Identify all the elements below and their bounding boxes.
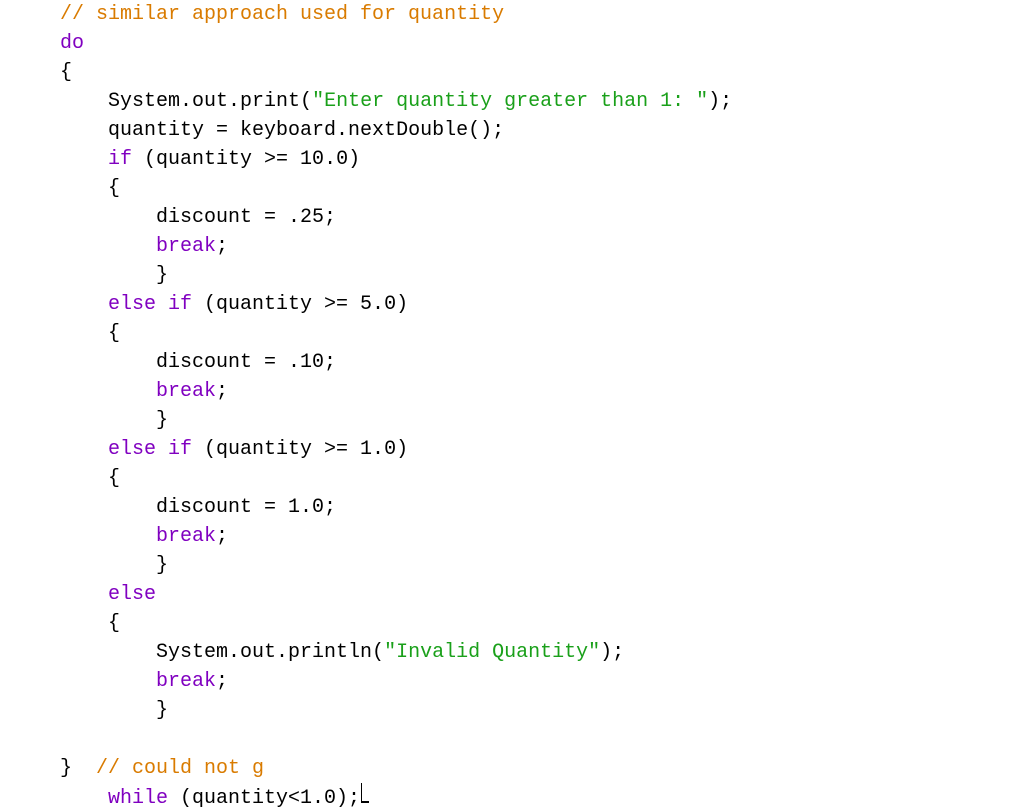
code-token-plain: } xyxy=(156,699,168,722)
code-line[interactable]: discount = .10; xyxy=(60,351,336,374)
code-line[interactable]: break; xyxy=(60,525,228,548)
code-token-kw: else if xyxy=(108,293,192,316)
code-token-com: // similar approach used for quantity xyxy=(60,3,504,26)
code-token-kw: break xyxy=(156,670,216,693)
code-token-plain: { xyxy=(60,61,72,84)
code-token-plain: { xyxy=(108,322,120,345)
code-token-plain: (quantity >= 10.0) xyxy=(132,148,360,171)
code-line[interactable]: { xyxy=(60,177,120,200)
code-token-plain: ); xyxy=(708,90,732,113)
code-token-kw: do xyxy=(60,32,84,55)
code-token-plain: discount = .25; xyxy=(156,206,336,229)
code-line[interactable]: // similar approach used for quantity xyxy=(60,3,504,26)
code-line[interactable]: else if (quantity >= 1.0) xyxy=(60,438,408,461)
code-line[interactable]: } xyxy=(60,264,168,287)
code-token-plain: System.out.print( xyxy=(108,90,312,113)
code-line[interactable]: break; xyxy=(60,235,228,258)
code-token-plain: } xyxy=(156,554,168,577)
code-token-plain: { xyxy=(108,467,120,490)
code-editor-view[interactable]: // similar approach used for quantity do… xyxy=(0,0,1024,812)
code-line[interactable]: quantity = keyboard.nextDouble(); xyxy=(60,119,504,142)
code-token-plain: discount = .10; xyxy=(156,351,336,374)
code-token-plain: quantity = keyboard.nextDouble(); xyxy=(108,119,504,142)
code-token-kw: break xyxy=(156,525,216,548)
code-token-plain: ; xyxy=(216,235,228,258)
code-token-plain: ; xyxy=(216,670,228,693)
code-token-plain: (quantity<1.0); xyxy=(168,787,360,810)
code-line[interactable]: { xyxy=(60,467,120,490)
code-line[interactable]: { xyxy=(60,612,120,635)
code-token-plain: { xyxy=(108,612,120,635)
code-token-kw: else xyxy=(108,583,156,606)
text-cursor-icon xyxy=(361,783,369,803)
code-line[interactable]: else xyxy=(60,583,156,606)
code-line[interactable]: } xyxy=(60,699,168,722)
code-token-kw: while xyxy=(108,787,168,810)
code-token-kw: if xyxy=(108,148,132,171)
code-line[interactable]: break; xyxy=(60,670,228,693)
code-token-str: "Enter quantity greater than 1: " xyxy=(312,90,708,113)
code-token-plain: discount = 1.0; xyxy=(156,496,336,519)
code-line[interactable]: System.out.print("Enter quantity greater… xyxy=(60,90,732,113)
code-token-plain: ; xyxy=(216,380,228,403)
code-line[interactable]: System.out.println("Invalid Quantity"); xyxy=(60,641,624,664)
code-block[interactable]: // similar approach used for quantity do… xyxy=(60,0,1024,812)
code-token-plain: } xyxy=(156,409,168,432)
code-token-plain: { xyxy=(108,177,120,200)
code-token-plain: (quantity >= 5.0) xyxy=(192,293,408,316)
code-token-kw: else if xyxy=(108,438,192,461)
code-token-plain: } xyxy=(156,264,168,287)
code-line[interactable]: } // could not g xyxy=(60,757,264,780)
code-token-com: // could not g xyxy=(96,757,264,780)
code-token-plain: } xyxy=(60,757,96,780)
code-token-plain: ); xyxy=(600,641,624,664)
code-line[interactable]: discount = 1.0; xyxy=(60,496,336,519)
code-line[interactable]: } xyxy=(60,554,168,577)
code-token-plain: ; xyxy=(216,525,228,548)
code-token-kw: break xyxy=(156,380,216,403)
code-token-plain: System.out.println( xyxy=(156,641,384,664)
code-token-plain: (quantity >= 1.0) xyxy=(192,438,408,461)
code-token-kw: break xyxy=(156,235,216,258)
code-line[interactable]: while (quantity<1.0); xyxy=(60,787,369,810)
code-line[interactable]: do xyxy=(60,32,84,55)
code-line[interactable]: if (quantity >= 10.0) xyxy=(60,148,360,171)
code-line[interactable]: { xyxy=(60,61,72,84)
code-line[interactable]: } xyxy=(60,409,168,432)
code-line[interactable]: discount = .25; xyxy=(60,206,336,229)
code-line[interactable]: { xyxy=(60,322,120,345)
code-line[interactable]: break; xyxy=(60,380,228,403)
code-token-str: "Invalid Quantity" xyxy=(384,641,600,664)
code-line[interactable]: else if (quantity >= 5.0) xyxy=(60,293,408,316)
